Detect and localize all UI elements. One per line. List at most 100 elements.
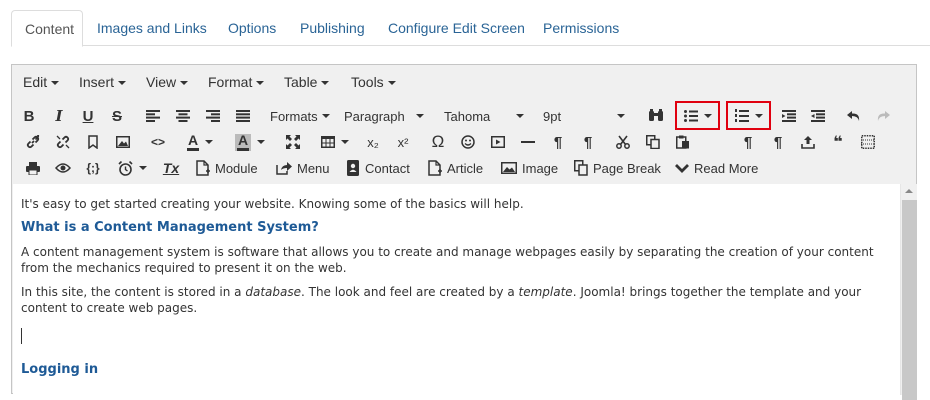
- read-more-button[interactable]: Read More: [673, 156, 765, 180]
- contact-button[interactable]: Contact: [344, 156, 414, 180]
- numbered-list-icon: [735, 109, 749, 122]
- fullscreen-button[interactable]: [282, 130, 304, 154]
- align-right-icon: [206, 110, 220, 122]
- italic-button[interactable]: I: [48, 104, 70, 128]
- paragraph-button[interactable]: ¶: [737, 130, 759, 154]
- chevron-down-icon: [256, 81, 265, 85]
- formats-label: Formats: [270, 108, 318, 124]
- ltr-button[interactable]: ¶: [547, 130, 569, 154]
- pilcrow-icon: ¶: [743, 133, 753, 151]
- tab-bar: Content Images and Links Options Publish…: [11, 10, 930, 47]
- formats-dropdown[interactable]: Formats: [266, 104, 334, 128]
- anchor-button[interactable]: [82, 130, 104, 154]
- image-button[interactable]: Image: [499, 156, 563, 180]
- code-sample-button[interactable]: {;}: [82, 156, 104, 180]
- clear-format-icon: Tx: [162, 160, 180, 176]
- blockquote-button[interactable]: ❝: [827, 130, 849, 154]
- find-replace-button[interactable]: [645, 104, 667, 128]
- remove-format-button[interactable]: Tx: [160, 156, 182, 180]
- text-color-icon: A: [187, 133, 199, 151]
- background-color-button[interactable]: A: [232, 130, 268, 154]
- fullscreen-icon: [286, 135, 300, 149]
- paragraph-cms-description: A content management system is software …: [21, 245, 874, 275]
- outdent-button[interactable]: [778, 104, 800, 128]
- tab-configure-edit-screen[interactable]: Configure Edit Screen: [375, 10, 538, 46]
- preview-button[interactable]: [52, 156, 74, 180]
- insert-datetime-button[interactable]: [112, 156, 152, 180]
- chevron-down-icon: [704, 114, 712, 118]
- indent-button[interactable]: [807, 104, 829, 128]
- table-button[interactable]: [317, 130, 353, 154]
- justify-button[interactable]: [232, 104, 254, 128]
- tab-permissions[interactable]: Permissions: [530, 10, 632, 46]
- chevron-down-icon: [416, 114, 424, 118]
- menu-edit[interactable]: Edit: [23, 74, 60, 90]
- undo-button[interactable]: [843, 104, 865, 128]
- text-cursor: [21, 328, 22, 344]
- underline-button[interactable]: U: [77, 104, 99, 128]
- text-color-button[interactable]: A: [182, 130, 218, 154]
- tab-content[interactable]: Content: [11, 10, 83, 47]
- bold-button[interactable]: B: [18, 104, 40, 128]
- module-button[interactable]: Module: [194, 156, 264, 180]
- font-family-dropdown[interactable]: Tahoma: [440, 104, 528, 128]
- chevron-down-icon: [138, 166, 147, 170]
- paragraph-content-storage: In this site, the content is stored in a…: [21, 284, 892, 316]
- page-break-icon: [574, 160, 588, 176]
- copy-button[interactable]: [642, 130, 664, 154]
- tab-publishing[interactable]: Publishing: [287, 10, 378, 46]
- article-button[interactable]: Article: [426, 156, 492, 180]
- rtl-button[interactable]: ¶: [577, 130, 599, 154]
- block-format-value: Paragraph: [344, 108, 405, 124]
- page-break-button[interactable]: Page Break: [572, 156, 664, 180]
- numbered-list-button[interactable]: [730, 104, 768, 128]
- font-size-value: 9pt: [543, 108, 562, 124]
- italic-icon: I: [55, 106, 63, 125]
- cut-button[interactable]: [612, 130, 634, 154]
- redo-button[interactable]: [872, 104, 894, 128]
- align-left-button[interactable]: [142, 104, 164, 128]
- outdent-icon: [782, 110, 796, 122]
- chevron-down-icon: [321, 81, 330, 85]
- menu-format[interactable]: Format: [208, 74, 265, 90]
- scroll-up-arrow-icon[interactable]: [905, 189, 913, 193]
- menu-label: Menu: [297, 160, 330, 176]
- align-right-button[interactable]: [202, 104, 224, 128]
- upload-button[interactable]: [797, 130, 819, 154]
- editor-content[interactable]: It's easy to get started creating your w…: [13, 184, 900, 394]
- emoticons-button[interactable]: [457, 130, 479, 154]
- subscript-button[interactable]: x₂: [362, 130, 384, 154]
- undo-icon: [847, 111, 860, 121]
- block-format-dropdown[interactable]: Paragraph: [340, 104, 428, 128]
- menu-tools[interactable]: Tools: [351, 74, 396, 90]
- special-character-button[interactable]: Ω: [427, 130, 449, 154]
- paste-button[interactable]: [672, 130, 694, 154]
- insert-image-button[interactable]: [112, 130, 134, 154]
- bullet-list-button[interactable]: [679, 104, 717, 128]
- scissors-icon: [616, 135, 630, 149]
- menu-button[interactable]: Menu: [274, 156, 336, 180]
- printer-icon: [26, 161, 40, 175]
- insert-link-button[interactable]: [22, 130, 44, 154]
- unlink-icon: [56, 135, 70, 149]
- horizontal-rule-button[interactable]: [517, 130, 539, 154]
- tab-options[interactable]: Options: [215, 10, 289, 46]
- menu-insert[interactable]: Insert: [79, 74, 127, 90]
- show-blocks-button[interactable]: ¶: [767, 130, 789, 154]
- align-center-button[interactable]: [172, 104, 194, 128]
- tab-images-and-links[interactable]: Images and Links: [84, 10, 220, 46]
- content-scrollbar[interactable]: [900, 184, 917, 400]
- superscript-button[interactable]: x²: [392, 130, 414, 154]
- visual-aid-button[interactable]: [857, 130, 879, 154]
- scrollbar-thumb[interactable]: [902, 200, 917, 400]
- menu-table[interactable]: Table: [284, 74, 330, 90]
- strikethrough-button[interactable]: S: [106, 104, 128, 128]
- print-button[interactable]: [22, 156, 44, 180]
- menu-view[interactable]: View: [146, 74, 189, 90]
- subscript-icon: x₂: [367, 134, 379, 150]
- unlink-button[interactable]: [52, 130, 74, 154]
- code-button[interactable]: <>: [147, 130, 169, 154]
- font-size-dropdown[interactable]: 9pt: [539, 104, 629, 128]
- bold-icon: B: [23, 107, 35, 125]
- media-button[interactable]: [487, 130, 509, 154]
